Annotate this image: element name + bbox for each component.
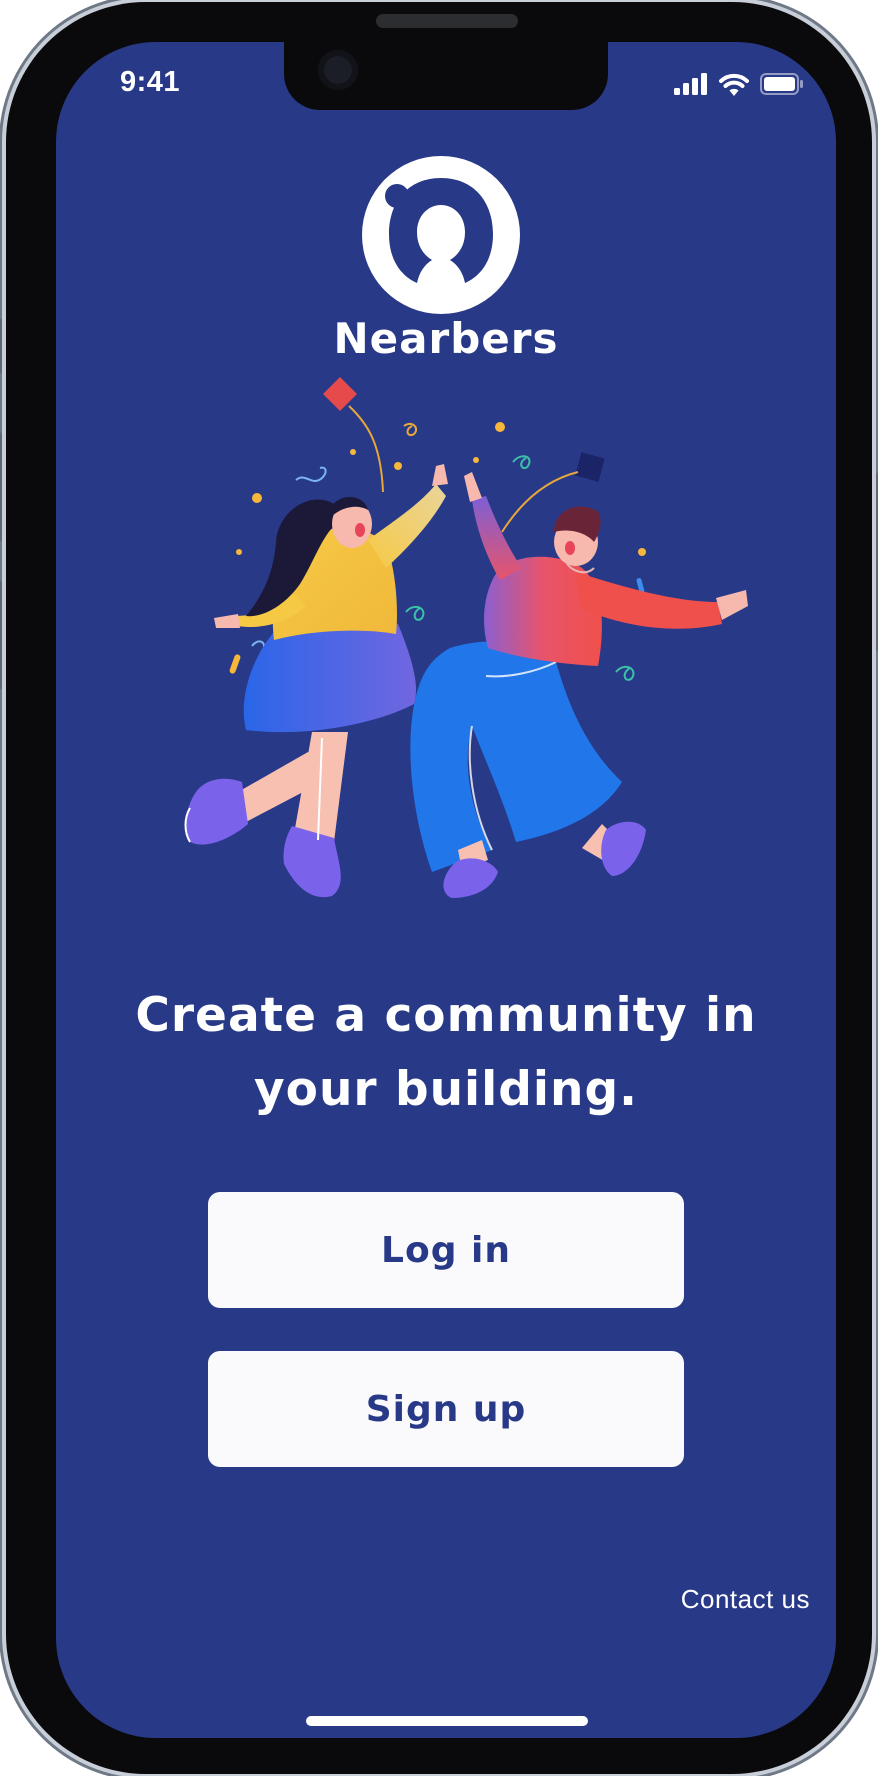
battery-icon bbox=[760, 73, 803, 95]
volume-down-button bbox=[0, 580, 2, 690]
app-screen: 9:41 Nearbers Create a community in your… bbox=[56, 42, 836, 1738]
camera-icon bbox=[318, 50, 358, 90]
wifi-icon bbox=[719, 73, 749, 96]
side-button bbox=[0, 318, 2, 374]
phone-frame: 9:41 Nearbers Create a community in your… bbox=[0, 2, 878, 1774]
status-icons bbox=[674, 72, 804, 96]
volume-up-button bbox=[0, 432, 2, 542]
people-high-five-illustration bbox=[184, 377, 748, 898]
contact-us-link[interactable]: Contact us bbox=[681, 1584, 810, 1615]
nearbers-logo-icon bbox=[362, 156, 520, 314]
notch bbox=[284, 42, 608, 110]
home-indicator[interactable] bbox=[306, 1716, 588, 1726]
login-button[interactable]: Log in bbox=[208, 1192, 684, 1308]
cellular-signal-icon bbox=[674, 73, 707, 95]
status-time: 9:41 bbox=[120, 66, 181, 98]
signup-button[interactable]: Sign up bbox=[208, 1351, 684, 1467]
app-name: Nearbers bbox=[333, 314, 559, 363]
tagline: Create a community in your building. bbox=[135, 988, 757, 1117]
speaker-grille bbox=[376, 14, 518, 28]
